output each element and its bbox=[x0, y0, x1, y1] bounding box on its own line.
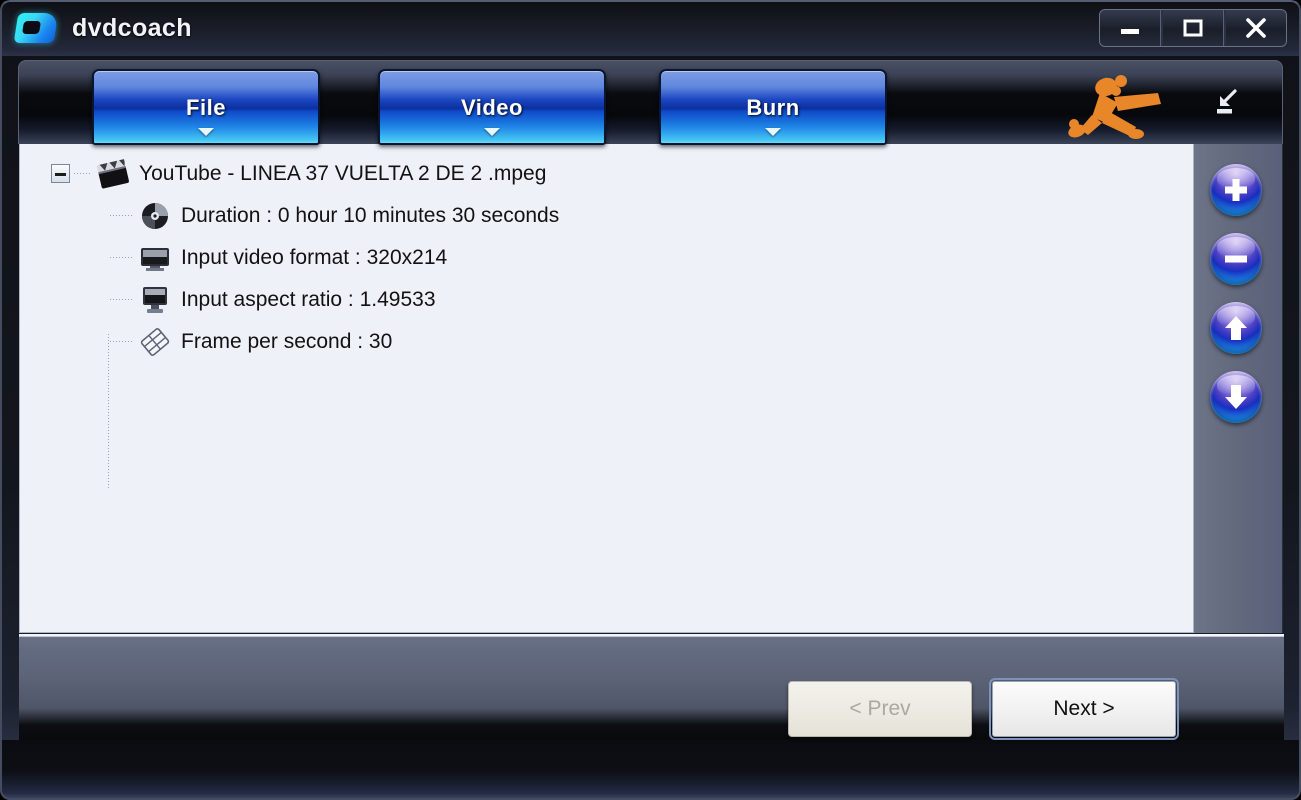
add-file-button[interactable] bbox=[1210, 164, 1262, 216]
prev-button[interactable]: < Prev bbox=[788, 681, 972, 737]
toolbar: File Video Burn bbox=[18, 60, 1283, 145]
tree-row-video-format[interactable]: Input video format : 320x214 bbox=[20, 237, 1193, 279]
remove-file-button[interactable] bbox=[1210, 233, 1262, 285]
move-up-button[interactable] bbox=[1210, 302, 1262, 354]
tree-row-duration[interactable]: Duration : 0 hour 10 minutes 30 seconds bbox=[20, 195, 1193, 237]
tab-video[interactable]: Video bbox=[378, 69, 606, 145]
disc-icon bbox=[142, 203, 168, 229]
video-format-label: Input video format : 320x214 bbox=[181, 246, 448, 269]
tree-connector bbox=[74, 173, 92, 174]
collapse-panel-icon[interactable] bbox=[1208, 87, 1242, 117]
minimize-button[interactable] bbox=[1100, 10, 1161, 46]
file-list-panel: YouTube - LINEA 37 VUELTA 2 DE 2 .mpeg D… bbox=[19, 144, 1194, 633]
tree-expander-toggle[interactable] bbox=[51, 164, 70, 183]
application-window: dvdcoach File Video Burn YouTube - LINEA… bbox=[0, 0, 1301, 800]
arrow-down-icon bbox=[1210, 371, 1262, 423]
wizard-navigation: < Prev Next > bbox=[788, 678, 1179, 740]
monitor-icon bbox=[141, 248, 169, 271]
orange-runner-mascot-icon bbox=[1068, 75, 1161, 139]
window-bottom-strip bbox=[0, 740, 1301, 800]
duration-label: Duration : 0 hour 10 minutes 30 seconds bbox=[181, 204, 560, 227]
tab-video-label: Video bbox=[460, 95, 523, 120]
arrow-up-icon bbox=[1210, 302, 1262, 354]
dvdcoach-logo-icon bbox=[13, 10, 60, 46]
list-action-rail bbox=[1194, 144, 1283, 633]
tree-row-fps[interactable]: Frame per second : 30 bbox=[20, 321, 1193, 363]
tree-row-aspect-ratio[interactable]: Input aspect ratio : 1.49533 bbox=[20, 279, 1193, 321]
tree-connector bbox=[110, 299, 132, 300]
tab-burn-label: Burn bbox=[746, 95, 800, 120]
display-icon bbox=[143, 287, 167, 313]
chevron-down-icon bbox=[765, 128, 781, 136]
tab-burn[interactable]: Burn bbox=[659, 69, 887, 145]
root-node-label: YouTube - LINEA 37 VUELTA 2 DE 2 .mpeg bbox=[139, 162, 547, 185]
window-controls bbox=[1099, 9, 1287, 47]
chevron-down-icon bbox=[484, 128, 500, 136]
tree-connector bbox=[110, 341, 132, 342]
minus-icon bbox=[1210, 233, 1262, 285]
fps-label: Frame per second : 30 bbox=[181, 330, 393, 353]
tab-file[interactable]: File bbox=[92, 69, 320, 145]
tree-connector bbox=[110, 257, 132, 258]
aspect-ratio-label: Input aspect ratio : 1.49533 bbox=[181, 288, 436, 311]
maximize-button[interactable] bbox=[1163, 10, 1224, 46]
maximize-icon bbox=[1183, 19, 1203, 37]
clapperboard-icon bbox=[96, 159, 129, 189]
next-button[interactable]: Next > bbox=[989, 678, 1179, 740]
close-button[interactable] bbox=[1226, 10, 1286, 46]
tree-connector bbox=[110, 215, 132, 216]
chevron-down-icon bbox=[198, 128, 214, 136]
title-bar: dvdcoach bbox=[0, 0, 1301, 56]
footer-panel: < Prev Next > bbox=[19, 634, 1284, 740]
tree-row-root[interactable]: YouTube - LINEA 37 VUELTA 2 DE 2 .mpeg bbox=[20, 153, 1193, 195]
window-title: dvdcoach bbox=[72, 13, 192, 42]
tab-file-label: File bbox=[186, 95, 226, 120]
plus-icon bbox=[1210, 164, 1262, 216]
file-tree: YouTube - LINEA 37 VUELTA 2 DE 2 .mpeg D… bbox=[20, 144, 1193, 488]
minimize-icon bbox=[1121, 29, 1139, 34]
film-frame-icon bbox=[140, 328, 170, 356]
move-down-button[interactable] bbox=[1210, 371, 1262, 423]
close-icon bbox=[1246, 18, 1266, 38]
